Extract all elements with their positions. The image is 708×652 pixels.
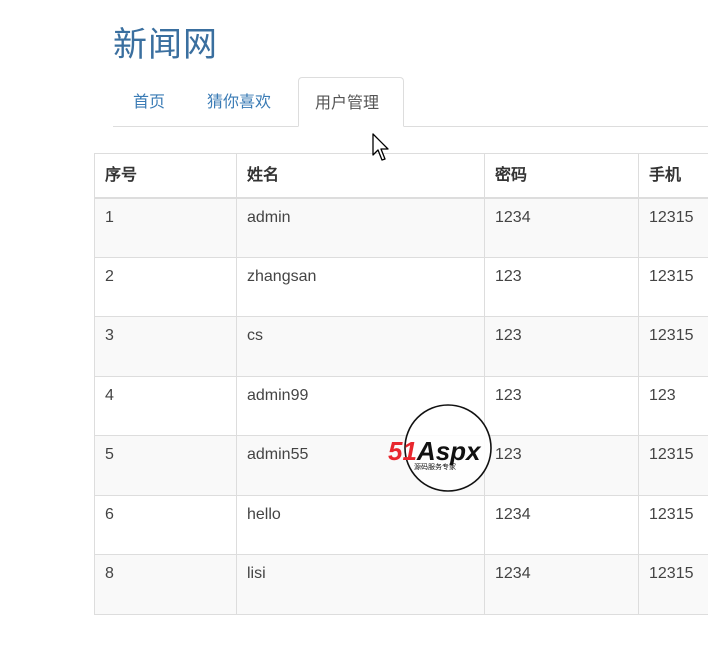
mouse-cursor-icon	[372, 133, 389, 161]
cell-name: cs	[236, 316, 485, 377]
cell-id: 2	[94, 256, 237, 317]
cell-phone: 12315	[638, 197, 708, 258]
cell-password: 1234	[484, 554, 639, 615]
watermark-slogan: 源码服务专家	[414, 462, 456, 471]
table-row: 2 zhangsan 123 12315	[94, 256, 708, 317]
column-header-phone: 手机	[638, 153, 708, 199]
site-title: 新闻网	[113, 25, 218, 65]
cell-name: zhangsan	[236, 256, 485, 317]
cell-password: 123	[484, 256, 639, 317]
cell-id: 5	[94, 435, 237, 496]
table-header-row: 序号 姓名 密码 手机	[94, 153, 708, 199]
user-table-container: 序号 姓名 密码 手机 1 admin 1234 12315 2 zhangsa…	[94, 153, 708, 615]
column-header-password: 密码	[484, 153, 639, 199]
cell-name: hello	[236, 494, 485, 555]
tab-home[interactable]: 首页	[117, 77, 181, 126]
column-header-id: 序号	[94, 153, 237, 199]
cell-password: 1234	[484, 197, 639, 258]
cell-id: 3	[94, 316, 237, 377]
cell-name: admin	[236, 197, 485, 258]
cell-phone: 12315	[638, 435, 708, 496]
cell-id: 8	[94, 554, 237, 615]
column-header-name: 姓名	[236, 153, 485, 199]
cell-id: 4	[94, 375, 237, 436]
user-table: 序号 姓名 密码 手机 1 admin 1234 12315 2 zhangsa…	[94, 153, 708, 615]
tab-recommendations[interactable]: 猜你喜欢	[191, 77, 287, 126]
cell-password: 1234	[484, 494, 639, 555]
cell-name: lisi	[236, 554, 485, 615]
cell-phone: 12315	[638, 256, 708, 317]
cell-phone: 12315	[638, 494, 708, 555]
table-row: 8 lisi 1234 12315	[94, 554, 708, 615]
cell-phone: 123	[638, 375, 708, 436]
table-row: 6 hello 1234 12315	[94, 494, 708, 555]
cell-password: 123	[484, 316, 639, 377]
table-row: 1 admin 1234 12315	[94, 197, 708, 258]
table-row: 3 cs 123 12315	[94, 316, 708, 377]
cell-id: 1	[94, 197, 237, 258]
watermark-brand: 51Aspx	[388, 436, 482, 466]
watermark-logo: 51Aspx 源码服务专家	[388, 404, 492, 492]
nav-tabs: 首页 猜你喜欢 用户管理	[113, 77, 708, 127]
tab-user-management[interactable]: 用户管理	[298, 77, 404, 127]
cell-id: 6	[94, 494, 237, 555]
cell-phone: 12315	[638, 554, 708, 615]
cell-phone: 12315	[638, 316, 708, 377]
